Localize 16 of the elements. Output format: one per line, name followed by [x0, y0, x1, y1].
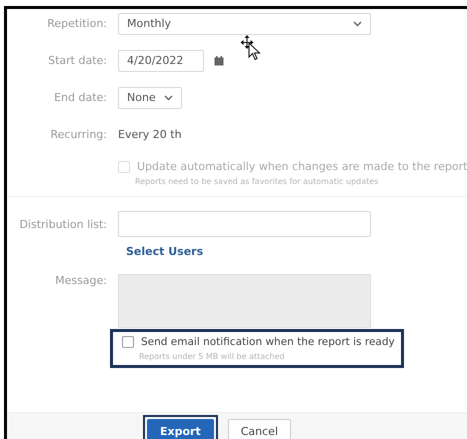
field-label: Recurring: [49, 128, 108, 141]
select-users-link[interactable]: Select Users [126, 245, 204, 258]
field-label: Message: [54, 274, 108, 287]
field-label: Distribution list: [18, 218, 108, 230]
export-button[interactable]: Export [147, 419, 214, 439]
checkbox-label[interactable]: Send email notification when the report is ready [141, 336, 395, 348]
end-date-dropdown[interactable]: None [118, 86, 182, 108]
field-label: End date: [53, 91, 108, 104]
hint-text: Reports under 5 MB will be attached [139, 352, 286, 361]
repetition-dropdown[interactable]: Monthly [118, 12, 371, 34]
hint-text: Reports need to be saved as favorites for automatic updates [135, 177, 380, 186]
field-label: Start date: [47, 54, 108, 67]
start-date-field[interactable]: 4/20/2022 [118, 50, 204, 72]
field-label: Repetition: [46, 17, 108, 30]
cancel-button[interactable]: Cancel [228, 419, 291, 439]
recurring-value: Every 20 th [118, 128, 182, 141]
